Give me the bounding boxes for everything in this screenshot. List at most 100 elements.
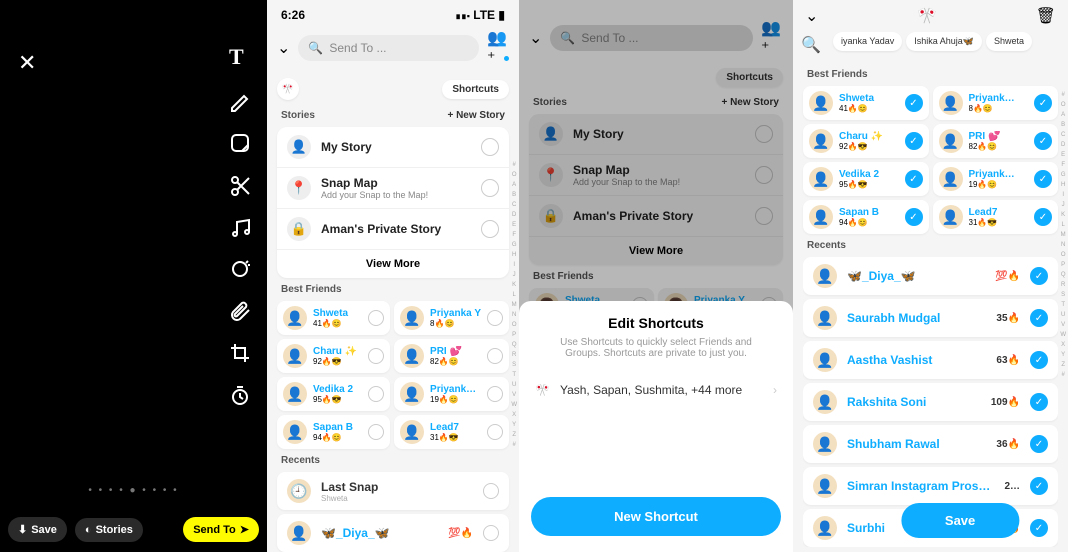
sticker-icon[interactable] (229, 132, 251, 154)
check-icon[interactable]: ✓ (1030, 351, 1048, 369)
bf-cell[interactable]: 👤Priyanka Y8🔥😊 (394, 301, 509, 335)
stories-card: 👤My Story 📍Snap MapAdd your Snap to the … (277, 127, 509, 278)
bf-cell[interactable]: 👤Shweta41🔥😊 (277, 301, 390, 335)
avatar: 👤 (283, 306, 307, 330)
select-ring[interactable] (481, 138, 499, 156)
alpha-scrollbar[interactable]: # O A B C D E F G H I J K L M N O P Q R … (511, 160, 517, 450)
avatar: 👤 (283, 382, 307, 406)
bf-cell[interactable]: 👤Lead731🔥😎✓ (933, 200, 1059, 234)
view-more-button[interactable]: View More (277, 249, 509, 278)
bf-cell[interactable]: 👤Priyank…19🔥😊✓ (933, 162, 1059, 196)
shortcut-row[interactable]: 🎌 Yash, Sapan, Sushmita, +44 more › (531, 373, 781, 407)
recent-row[interactable]: 👤Shubham Rawal36🔥✓ (803, 425, 1058, 463)
bestfriends-grid: 👤Shweta41🔥😊✓👤Priyank…8🔥😊✓👤Charu ✨92🔥😎✓👤P… (793, 86, 1068, 234)
select-ring[interactable] (487, 348, 503, 364)
shortcuts-button[interactable]: Shortcuts (442, 80, 509, 99)
chevron-down-icon[interactable]: ⌄ (805, 6, 818, 26)
select-ring[interactable] (483, 525, 499, 541)
chevron-down-icon[interactable]: ⌄ (277, 38, 290, 58)
pencil-icon[interactable] (229, 90, 251, 112)
attach-icon[interactable] (229, 300, 251, 322)
timer-icon[interactable] (229, 384, 251, 406)
add-group-icon[interactable]: 👥⁺ (487, 28, 509, 68)
check-icon[interactable]: ✓ (1030, 393, 1048, 411)
new-story-button[interactable]: + New Story (447, 110, 505, 121)
story-row[interactable]: 📍Snap MapAdd your Snap to the Map! (277, 167, 509, 208)
check-icon[interactable]: ✓ (1030, 267, 1048, 285)
check-icon[interactable]: ✓ (1030, 477, 1048, 495)
select-ring[interactable] (368, 424, 384, 440)
check-icon[interactable]: ✓ (1030, 309, 1048, 327)
check-icon[interactable]: ✓ (1034, 94, 1052, 112)
recent-row[interactable]: 👤Aastha Vashist63🔥✓ (803, 341, 1058, 379)
editor-panel: ✕ T • • • • ● • • • • ⬇Save ◐Stories Sen… (0, 0, 267, 552)
bf-cell[interactable]: 👤Priyank…8🔥😊✓ (933, 86, 1059, 120)
top-bar: ⌄ 🔍Send To ... 👥⁺ (267, 22, 519, 74)
select-ring[interactable] (483, 483, 499, 499)
close-icon[interactable]: ✕ (18, 50, 36, 76)
story-row[interactable]: 🔒Aman's Private Story (277, 208, 509, 249)
sendto-button[interactable]: Send To➤ (183, 517, 259, 542)
check-icon[interactable]: ✓ (905, 208, 923, 226)
select-ring[interactable] (487, 310, 503, 326)
select-ring[interactable] (487, 386, 503, 402)
story-row[interactable]: 👤My Story (277, 127, 509, 167)
save-button[interactable]: Save (901, 503, 1019, 538)
search-input[interactable]: 🔍Send To ... (298, 35, 479, 61)
stories-label: Stories (96, 524, 133, 536)
text-icon[interactable]: T (229, 44, 251, 70)
select-ring[interactable] (368, 310, 384, 326)
check-icon[interactable]: ✓ (905, 132, 923, 150)
chip[interactable]: Ishika Ahuja🦋 (906, 32, 982, 51)
bf-cell[interactable]: 👤Vedika 295🔥😎 (277, 377, 390, 411)
alpha-scrollbar[interactable]: # O A B C D E F G H I J K L M N O P Q R … (1060, 90, 1066, 380)
check-icon[interactable]: ✓ (1034, 132, 1052, 150)
recent-row[interactable]: 👤Simran Instagram Prospect2…✓ (803, 467, 1058, 505)
bf-cell[interactable]: 👤PRI 💕82🔥😊✓ (933, 124, 1059, 158)
save-button[interactable]: ⬇Save (8, 517, 67, 542)
select-ring[interactable] (481, 179, 499, 197)
crop-icon[interactable] (229, 342, 251, 364)
check-icon[interactable]: ✓ (1034, 208, 1052, 226)
top-bar: ⌄ 🎌 🗑 (793, 0, 1068, 32)
stories-button[interactable]: ◐Stories (75, 518, 143, 542)
lock-icon: 🔒 (287, 217, 311, 241)
bf-cell[interactable]: 👤Charu ✨92🔥😎 (277, 339, 390, 373)
map-pin-icon: 📍 (287, 176, 311, 200)
avatar: 👤 (809, 205, 833, 229)
check-icon[interactable]: ✓ (1030, 435, 1048, 453)
check-icon[interactable]: ✓ (1034, 170, 1052, 188)
select-ring[interactable] (481, 220, 499, 238)
bf-cell[interactable]: 👤Charu ✨92🔥😎✓ (803, 124, 929, 158)
shortcut-emoji-title: 🎌 (917, 6, 937, 26)
select-ring[interactable] (487, 424, 503, 440)
shortcut-flag-button[interactable]: 🎌 (277, 78, 299, 100)
scissors-icon[interactable] (229, 174, 251, 196)
avatar: 👤 (939, 167, 963, 191)
check-icon[interactable]: ✓ (905, 170, 923, 188)
new-shortcut-button[interactable]: New Shortcut (531, 497, 781, 536)
bf-cell[interactable]: 👤Vedika 295🔥😎✓ (803, 162, 929, 196)
download-icon: ⬇ (18, 523, 27, 536)
music-icon[interactable] (229, 216, 251, 238)
link-sparkle-icon[interactable] (229, 258, 251, 280)
recent-row[interactable]: 👤Rakshita Soni109🔥✓ (803, 383, 1058, 421)
select-ring[interactable] (368, 386, 384, 402)
recent-row[interactable]: 👤🦋_Diya_🦋💯🔥✓ (803, 257, 1058, 295)
avatar: 👤 (813, 306, 837, 330)
trash-icon[interactable]: 🗑 (1036, 6, 1056, 26)
recent-row[interactable]: 👤Saurabh Mudgal35🔥✓ (803, 299, 1058, 337)
bf-cell[interactable]: 👤Sapan B94🔥😊✓ (803, 200, 929, 234)
bf-cell[interactable]: 👤Shweta41🔥😊✓ (803, 86, 929, 120)
bf-cell[interactable]: 👤Sapan B94🔥😊 (277, 415, 390, 449)
chip[interactable]: Shweta (986, 32, 1032, 51)
bf-cell[interactable]: 👤Priyank…19🔥😊 (394, 377, 509, 411)
bf-cell[interactable]: 👤Lead731🔥😎 (394, 415, 509, 449)
chip[interactable]: iyanka Yadav (833, 32, 902, 51)
bf-cell[interactable]: 👤PRI 💕82🔥😊 (394, 339, 509, 373)
check-icon[interactable]: ✓ (905, 94, 923, 112)
select-ring[interactable] (368, 348, 384, 364)
recent-row[interactable]: 🕘Last SnapShweta (277, 472, 509, 510)
check-icon[interactable]: ✓ (1030, 519, 1048, 537)
recent-row[interactable]: 👤🦋_Diya_🦋💯🔥 (277, 514, 509, 552)
